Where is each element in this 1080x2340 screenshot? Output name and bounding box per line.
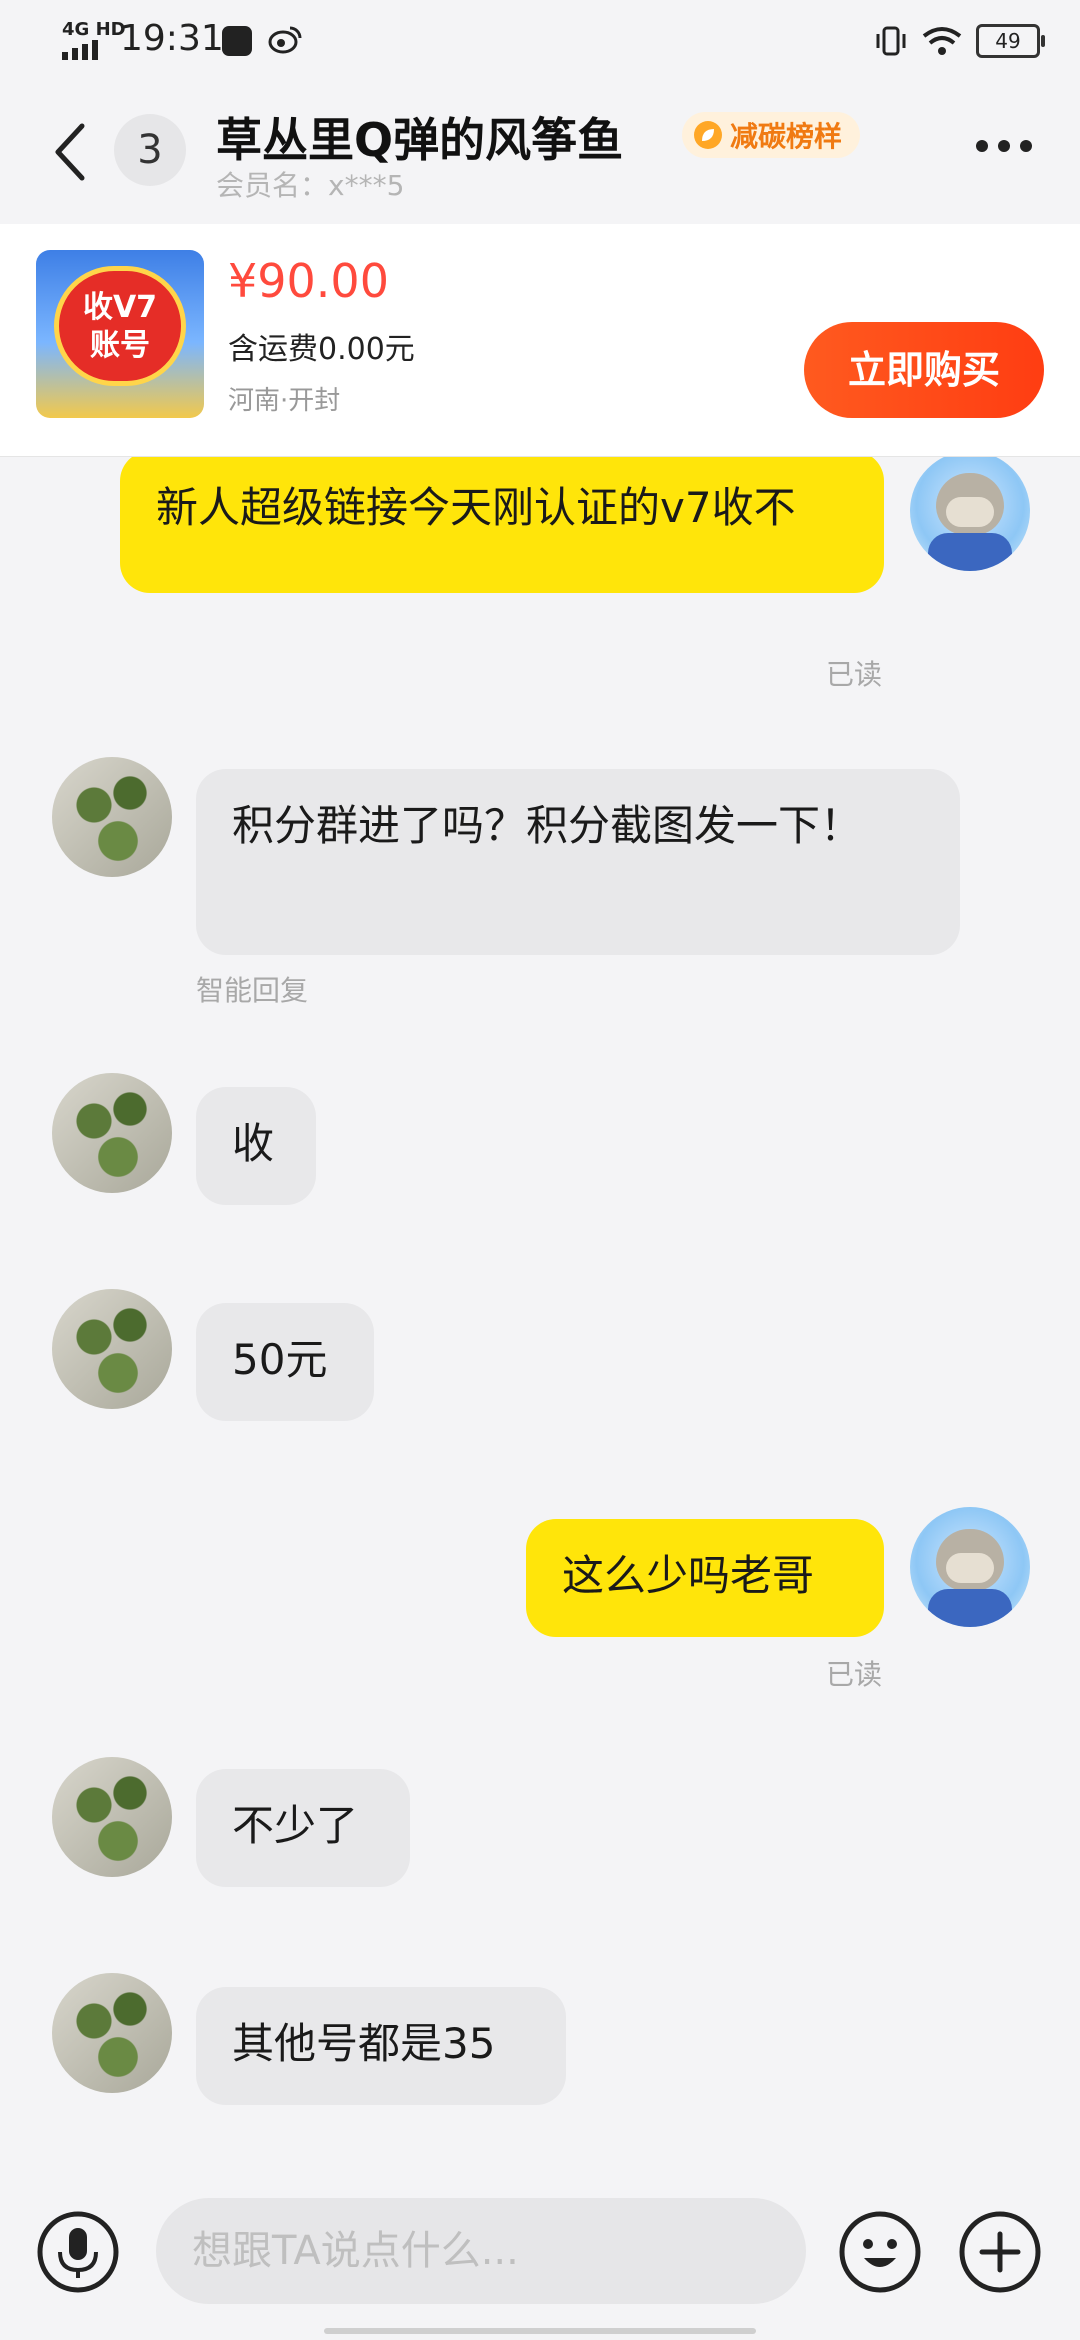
contact-avatar[interactable] xyxy=(52,1757,172,1877)
contact-avatar[interactable] xyxy=(52,757,172,877)
signal-icon xyxy=(62,40,98,60)
thumbnail-text-1: 收V7 xyxy=(82,290,158,325)
status-right: 49 xyxy=(874,24,1045,58)
message-input[interactable] xyxy=(156,2198,806,2304)
read-status: 已读 xyxy=(826,658,883,691)
emoji-icon[interactable] xyxy=(838,2210,922,2294)
carbon-badge[interactable]: 减碳榜样 xyxy=(682,112,861,158)
chat-header: 3 草丛里Q弹的风筝鱼 减碳榜样 会员名：x***5 xyxy=(0,84,1080,220)
product-thumbnail[interactable]: 收V7 账号 xyxy=(36,250,204,418)
notification-app-icon xyxy=(222,26,252,56)
battery-indicator: 49 xyxy=(976,24,1045,58)
contact-avatar[interactable] xyxy=(52,1289,172,1409)
product-price: ¥90.00 xyxy=(228,254,389,308)
my-avatar[interactable] xyxy=(910,457,1030,571)
contact-avatar[interactable] xyxy=(52,1973,172,2093)
shipping-fee: 含运费0.00元 xyxy=(228,332,415,367)
message-bubble[interactable]: 积分群进了吗？积分截图发一下！ xyxy=(196,769,960,955)
input-bar xyxy=(0,2176,1080,2340)
read-status: 已读 xyxy=(826,1658,883,1691)
message-bubble[interactable]: 50元 xyxy=(196,1303,374,1421)
home-indicator[interactable] xyxy=(324,2328,756,2334)
buy-now-button[interactable]: 立即购买 xyxy=(804,322,1044,418)
message-bubble[interactable]: 新人超级链接今天刚认证的v7收不 xyxy=(120,457,884,593)
unread-count-badge[interactable]: 3 xyxy=(114,114,186,186)
message-input-container[interactable] xyxy=(156,2198,806,2304)
product-location: 河南·开封 xyxy=(228,386,341,416)
back-arrow-icon[interactable] xyxy=(52,122,88,182)
message-bubble[interactable]: 不少了 xyxy=(196,1769,410,1887)
network-indicator: 4G HD xyxy=(62,19,126,40)
status-bar: 4G HD 19:31 49 xyxy=(0,0,1080,84)
mic-icon[interactable] xyxy=(36,2210,120,2294)
message-list[interactable]: 新人超级链接今天刚认证的v7收不 已读 积分群进了吗？积分截图发一下！ 智能回复… xyxy=(0,457,1080,2177)
plus-icon[interactable] xyxy=(958,2210,1042,2294)
badge-label: 减碳榜样 xyxy=(730,120,843,153)
thumbnail-badge: 收V7 账号 xyxy=(54,266,186,386)
vibrate-icon xyxy=(876,26,906,56)
weibo-icon xyxy=(268,26,302,54)
clock: 19:31 xyxy=(120,18,224,59)
message-bubble[interactable]: 收 xyxy=(196,1087,316,1205)
my-avatar[interactable] xyxy=(910,1507,1030,1627)
thumbnail-text-2: 账号 xyxy=(90,328,150,363)
leaf-icon xyxy=(694,121,722,149)
contact-avatar[interactable] xyxy=(52,1073,172,1193)
message-bubble[interactable]: 其他号都是35 xyxy=(196,1987,566,2105)
more-icon[interactable] xyxy=(976,140,1032,152)
wifi-icon xyxy=(922,27,962,55)
message-bubble[interactable]: 这么少吗老哥 xyxy=(526,1519,884,1637)
contact-name: 草丛里Q弹的风筝鱼 xyxy=(216,113,624,167)
smart-reply-label: 智能回复 xyxy=(196,974,309,1007)
product-card[interactable]: 收V7 账号 ¥90.00 含运费0.00元 河南·开封 立即购买 xyxy=(0,224,1080,457)
member-name: 会员名：x***5 xyxy=(216,169,405,202)
